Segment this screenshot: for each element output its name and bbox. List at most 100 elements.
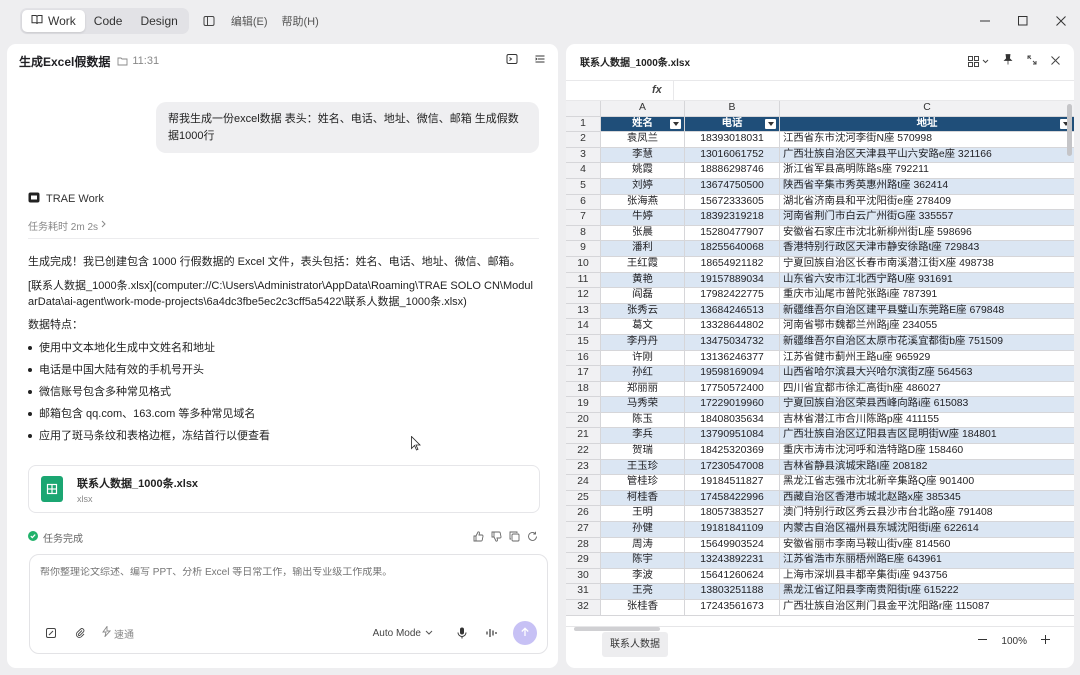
cell-phone[interactable]: 13803251188 (685, 584, 780, 600)
speed-toggle[interactable]: 速通 (102, 625, 134, 641)
cell-name[interactable]: 许刚 (601, 350, 685, 367)
spreadsheet-grid[interactable]: A B C 1 姓名 电话 地址 2 袁凤兰 18393018031 江西省东市沈河李… (566, 101, 1074, 626)
row-number[interactable]: 26 (566, 506, 601, 523)
row-number[interactable]: 16 (566, 350, 601, 367)
menu-edit[interactable]: 编辑(E) (231, 13, 268, 29)
corner-cell[interactable] (566, 101, 601, 117)
row-number[interactable]: 14 (566, 319, 601, 335)
cell-phone[interactable]: 13136246377 (685, 350, 780, 367)
cell-address[interactable]: 重庆市涛市沈河呼和浩特路D座 158460 (780, 444, 1074, 460)
row-number[interactable]: 8 (566, 225, 601, 242)
cell-phone[interactable]: 13790951084 (685, 428, 780, 445)
cell-address[interactable]: 河南省鄂市魏都兰州路j座 234055 (780, 319, 1074, 335)
row-number[interactable]: 4 (566, 163, 601, 179)
row-number[interactable]: 10 (566, 256, 601, 273)
cell-address[interactable]: 江苏省健市蓟州王路u座 965929 (780, 350, 1074, 367)
thumbs-down-icon[interactable] (491, 529, 502, 547)
header-cell-phone[interactable]: 电话 (685, 116, 780, 133)
cell-name[interactable]: 张桂香 (601, 600, 685, 616)
cell-phone[interactable]: 17750572400 (685, 381, 780, 398)
cell-name[interactable]: 张海燕 (601, 194, 685, 211)
cell-name[interactable]: 王玉珍 (601, 459, 685, 476)
cell-phone[interactable]: 19181841109 (685, 522, 780, 538)
thumbs-up-icon[interactable] (473, 529, 484, 547)
row-number[interactable]: 5 (566, 178, 601, 195)
cell-phone[interactable]: 18886298746 (685, 163, 780, 179)
cell-name[interactable]: 柯桂香 (601, 490, 685, 507)
cell-address[interactable]: 香港特别行政区天津市静安徐路t座 729843 (780, 241, 1074, 257)
cell-address[interactable]: 黑龙江省志强市沈北新辛集路Q座 901400 (780, 475, 1074, 491)
cell-address[interactable]: 湖北省济南县和平沈阳街e座 278409 (780, 194, 1074, 211)
sidebar-toggle-icon[interactable] (201, 13, 217, 29)
chat-input[interactable] (40, 567, 535, 578)
microphone-icon[interactable] (451, 622, 473, 644)
cell-address[interactable]: 广西壮族自治区天津县平山六安路e座 321166 (780, 147, 1074, 164)
view-switch-icon[interactable] (968, 55, 989, 67)
cell-address[interactable]: 江苏省浩市东丽梧州路E座 643961 (780, 553, 1074, 569)
zoom-out-icon[interactable] (978, 635, 988, 647)
send-button[interactable] (513, 621, 537, 645)
cell-address[interactable]: 澳门特别行政区秀云县沙市台北路o座 791408 (780, 506, 1074, 523)
cell-name[interactable]: 陈玉 (601, 412, 685, 429)
cell-phone[interactable]: 18425320369 (685, 444, 780, 460)
row-number[interactable]: 22 (566, 444, 601, 460)
cell-name[interactable]: 王明 (601, 506, 685, 523)
mode-select[interactable]: Auto Mode (373, 628, 433, 639)
column-header[interactable]: C (780, 101, 1074, 117)
zoom-in-icon[interactable] (1041, 635, 1050, 647)
column-header[interactable]: B (685, 101, 780, 117)
cell-phone[interactable]: 19598169094 (685, 366, 780, 382)
cell-phone[interactable]: 15649903524 (685, 537, 780, 554)
cell-name[interactable]: 李波 (601, 568, 685, 585)
cell-address[interactable]: 宁夏回族自治区长春市南溪潜江街X座 498738 (780, 256, 1074, 273)
row-number[interactable]: 24 (566, 475, 601, 491)
chat-input-box[interactable]: 速通 Auto Mode (29, 554, 548, 654)
cell-address[interactable]: 山西省哈尔滨县大兴哈尔滨街Z座 564563 (780, 366, 1074, 382)
cell-name[interactable]: 王红霞 (601, 256, 685, 273)
row-number[interactable]: 29 (566, 553, 601, 569)
row-number[interactable]: 2 (566, 132, 601, 148)
cell-address[interactable]: 陕西省辛集市秀英惠州路t座 362414 (780, 178, 1074, 195)
cell-phone[interactable]: 13475034732 (685, 334, 780, 351)
list-icon[interactable] (534, 52, 546, 70)
cell-address[interactable]: 重庆市汕尾市普陀张路i座 787391 (780, 288, 1074, 304)
cell-phone[interactable]: 18393018031 (685, 132, 780, 148)
terminal-icon[interactable] (506, 52, 518, 70)
close-icon[interactable] (1042, 0, 1080, 42)
cell-name[interactable]: 黄艳 (601, 272, 685, 289)
cell-name[interactable]: 李丹丹 (601, 334, 685, 351)
cell-name[interactable]: 潘利 (601, 241, 685, 257)
cell-name[interactable]: 管桂珍 (601, 475, 685, 491)
row-number[interactable]: 1 (566, 116, 601, 133)
vertical-scrollbar[interactable] (1067, 104, 1072, 156)
maximize-icon[interactable] (1004, 0, 1042, 42)
cell-name[interactable]: 牛婷 (601, 210, 685, 226)
cell-name[interactable]: 孙红 (601, 366, 685, 382)
cell-phone[interactable]: 13243892231 (685, 553, 780, 569)
paperclip-icon[interactable] (69, 622, 91, 644)
cell-phone[interactable]: 15672333605 (685, 194, 780, 211)
cell-name[interactable]: 李兵 (601, 428, 685, 445)
cell-address[interactable]: 河南省荆门市白云广州街G座 335557 (780, 210, 1074, 226)
row-number[interactable]: 28 (566, 537, 601, 554)
cell-phone[interactable]: 18654921182 (685, 256, 780, 273)
reply-file-path[interactable]: [联系人数据_1000条.xlsx](computer://C:\Users\A… (28, 278, 533, 310)
cell-name[interactable]: 阎磊 (601, 288, 685, 304)
pin-icon[interactable] (1003, 52, 1013, 70)
cell-phone[interactable]: 18392319218 (685, 210, 780, 226)
file-attachment-card[interactable]: 联系人数据_1000条.xlsx xlsx (28, 465, 540, 513)
row-number[interactable]: 20 (566, 412, 601, 429)
cell-address[interactable]: 安徽省石家庄市沈北新柳州街L座 598696 (780, 225, 1074, 242)
menu-help[interactable]: 帮助(H) (282, 13, 319, 29)
row-number[interactable]: 17 (566, 366, 601, 382)
cell-name[interactable]: 马秀荣 (601, 397, 685, 413)
refresh-icon[interactable] (527, 529, 538, 547)
horizontal-scrollbar[interactable] (574, 627, 660, 631)
tab-work[interactable]: Work (22, 10, 85, 32)
cell-address[interactable]: 西藏自治区香港市城北赵路x座 385345 (780, 490, 1074, 507)
cell-address[interactable]: 吉林省潜江市合川陈路p座 411155 (780, 412, 1074, 429)
row-number[interactable]: 31 (566, 584, 601, 600)
row-number[interactable]: 7 (566, 210, 601, 226)
cell-phone[interactable]: 17230547008 (685, 459, 780, 476)
cell-name[interactable]: 郑丽丽 (601, 381, 685, 398)
